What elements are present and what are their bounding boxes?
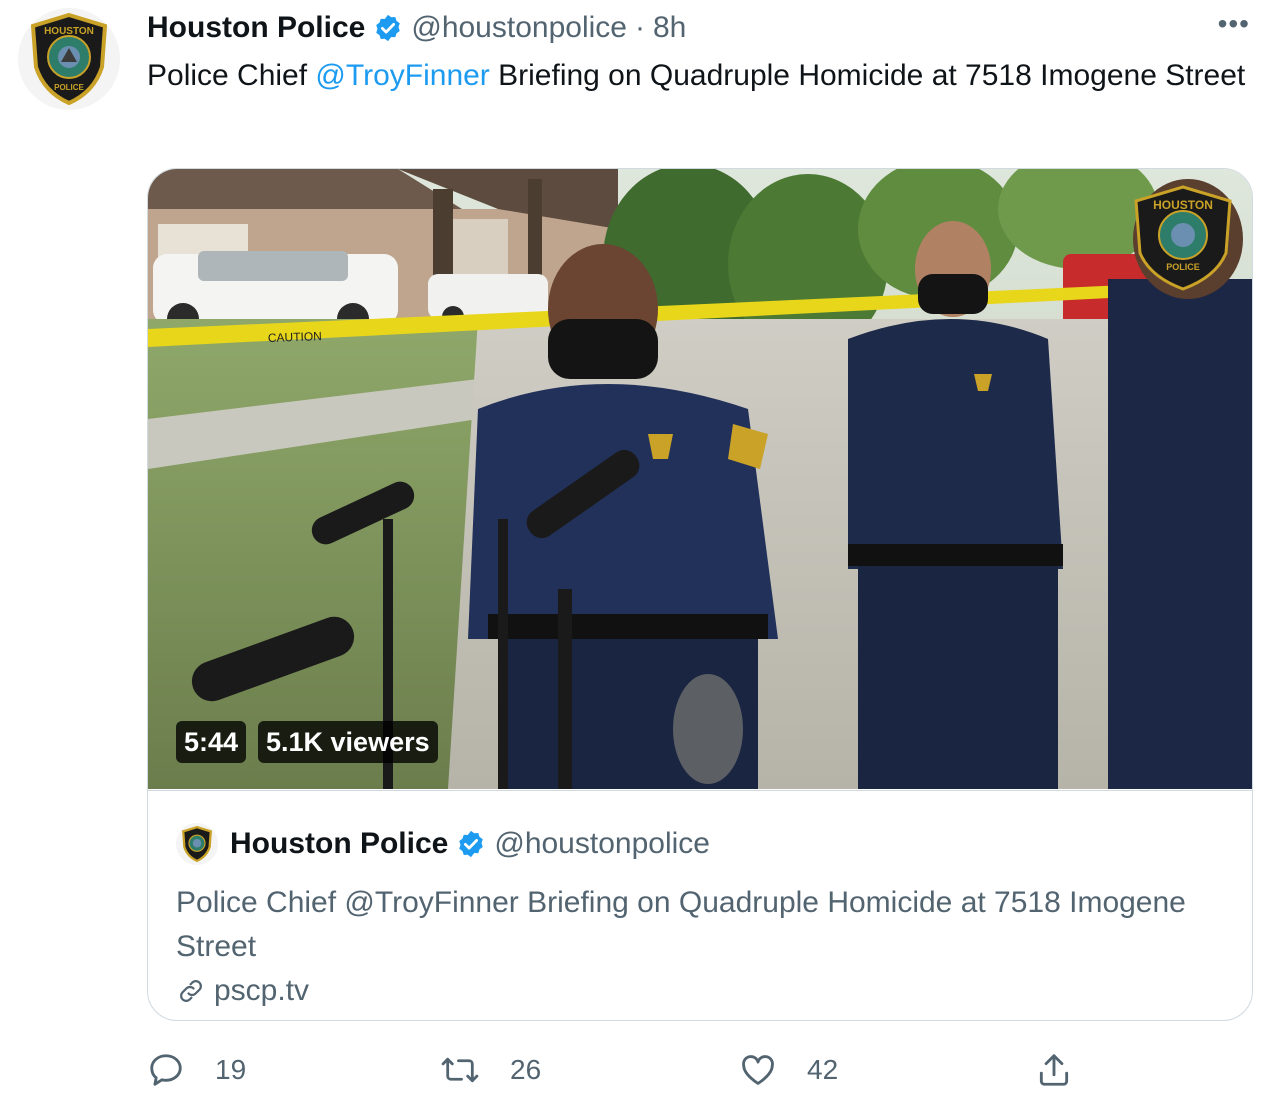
author-handle[interactable]: @houstonpolice <box>411 11 627 45</box>
quoted-author-name: Houston Police <box>230 827 449 860</box>
quoted-tweet-text: Police Chief @TroyFinner Briefing on Qua… <box>176 886 1186 963</box>
viewers-badge: 5.1K viewers <box>258 721 438 763</box>
mention-link[interactable]: @TroyFinner <box>315 59 489 92</box>
quoted-verified-badge-icon <box>456 829 486 859</box>
more-horizontal-icon[interactable]: ••• <box>1218 10 1250 38</box>
quoted-author-handle: @houstonpolice <box>494 827 710 860</box>
share-icon <box>1039 1054 1069 1086</box>
reply-count: 19 <box>215 1054 247 1085</box>
tweet-actions: 19 26 42 <box>147 1045 1253 1095</box>
author-avatar[interactable]: HOUSTON POLICE <box>18 8 120 110</box>
tweet-text: Police Chief @TroyFinner Briefing on Qua… <box>147 54 1247 98</box>
tweet-timestamp[interactable]: 8h <box>653 11 686 45</box>
overlay-badge-top-text: HOUSTON <box>1153 198 1213 212</box>
like-count: 42 <box>807 1054 839 1085</box>
badge-top-text: HOUSTON <box>44 26 94 37</box>
video-player[interactable]: CAUTION HOUSTON POLICE 5:44 5.1K viewers <box>148 169 1252 789</box>
tweet-text-prefix: Police Chief <box>147 59 316 92</box>
caution-tape-text: CAUTION <box>268 329 322 345</box>
heart-icon <box>742 1055 774 1085</box>
header-separator: · <box>634 11 645 44</box>
quoted-link[interactable]: pscp.tv <box>176 974 309 1008</box>
link-icon <box>180 980 202 1002</box>
retweet-button[interactable]: 26 <box>440 1045 541 1095</box>
quoted-tweet-header: Houston Police @houstonpolice <box>176 823 710 865</box>
overlay-badge-bottom-text: POLICE <box>1166 262 1200 272</box>
author-name[interactable]: Houston Police <box>147 11 365 45</box>
tweet-text-suffix: Briefing on Quadruple Homicide at 7518 I… <box>489 59 1246 92</box>
media-card: CAUTION HOUSTON POLICE 5:44 5.1K viewers… <box>147 168 1253 1021</box>
reply-icon <box>150 1054 182 1086</box>
retweet-count: 26 <box>510 1054 542 1085</box>
police-badge-small-icon <box>181 826 213 862</box>
verified-badge-icon <box>373 13 403 43</box>
retweet-icon <box>441 1057 479 1083</box>
video-frame-image: CAUTION HOUSTON POLICE <box>148 169 1252 789</box>
quoted-author-avatar <box>176 823 218 865</box>
share-button[interactable] <box>1035 1045 1073 1095</box>
badge-bottom-text: POLICE <box>54 83 84 92</box>
police-badge-logo: HOUSTON POLICE <box>30 12 108 106</box>
quoted-tweet[interactable]: Houston Police @houstonpolice Police Chi… <box>148 790 1252 1020</box>
reply-button[interactable]: 19 <box>147 1045 246 1095</box>
quoted-link-text: pscp.tv <box>214 974 310 1007</box>
video-duration-badge: 5:44 <box>176 721 247 763</box>
tweet-header: Houston Police @houstonpolice · 8h <box>147 8 686 48</box>
like-button[interactable]: 42 <box>739 1045 838 1095</box>
